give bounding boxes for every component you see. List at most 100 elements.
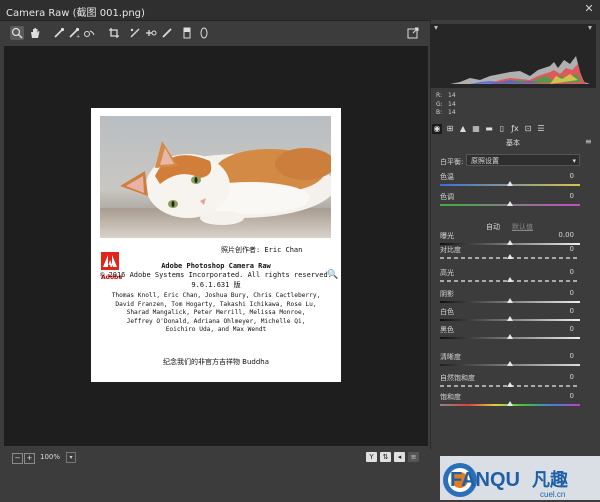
swap-settings-button[interactable]: ⇅ [380, 452, 391, 462]
tab-detail[interactable]: ▲ [458, 124, 468, 134]
slider-value[interactable]: 0 [546, 352, 574, 360]
brush-tool-icon[interactable] [160, 26, 174, 40]
watermark-logo: FANQU 凡趣 cuel.cn [440, 456, 600, 500]
b-value: 14 [448, 109, 456, 116]
chevron-down-icon: ▾ [572, 157, 576, 165]
slider-label: 高光 [440, 269, 454, 277]
tab-lens[interactable]: ▯ [497, 124, 507, 134]
slider-label: 色温 [440, 173, 454, 181]
slider-value[interactable]: 0 [546, 373, 574, 381]
radial-filter-icon[interactable] [197, 26, 211, 40]
credits-line: Sharad Mangalick, Peter Merrill, Melissa… [126, 309, 306, 317]
slider-thumb[interactable] [507, 298, 513, 303]
targeted-adjustment-tool-icon[interactable] [82, 26, 96, 40]
zoom-out-button[interactable]: − [12, 453, 23, 464]
white-balance-value: 原照设置 [471, 157, 499, 165]
slider-value[interactable]: 0 [546, 325, 574, 333]
before-after-y-button[interactable]: Y [366, 452, 377, 462]
dedication: 纪念我们的非官方吉祥物 Buddha [162, 358, 270, 366]
copy-settings-button[interactable]: ◂ [394, 452, 405, 462]
zoom-dropdown[interactable]: ▾ [66, 452, 76, 463]
panel-menu-icon[interactable]: ≡ [585, 137, 592, 146]
zoom-tool-icon[interactable] [10, 26, 24, 40]
svg-text:FANQU: FANQU [450, 469, 520, 491]
credits-line: Thomas Knoll, Eric Chan, Joshua Bury, Ch… [111, 292, 321, 299]
tab-basic[interactable]: ◉ [432, 124, 442, 134]
tab-camera-calibration[interactable]: ⊡ [523, 124, 533, 134]
svg-text:凡趣: 凡趣 [532, 470, 569, 491]
white-balance-tool-icon[interactable] [52, 26, 66, 40]
slider-thumb[interactable] [507, 382, 513, 387]
slider-thumb[interactable] [507, 201, 513, 206]
toolbar: + [4, 24, 428, 44]
tab-fx[interactable]: ƒx [510, 124, 520, 134]
preview-canvas[interactable]: 照片创作者: Eric Chan Adobe Adobe Photoshop C… [4, 46, 428, 446]
copyright: © 2016 Adobe Systems Incorporated. All r… [100, 271, 332, 279]
hand-tool-icon[interactable] [28, 26, 42, 40]
panel-tabs: ◉ ⊞ ▲ ▦ ▬ ▯ ƒx ⊡ ☰ [430, 122, 596, 136]
title-bar: Camera Raw (截图 001.png) ✕ [0, 0, 600, 21]
r-value: 14 [448, 92, 456, 99]
tab-presets[interactable]: ☰ [536, 124, 546, 134]
slider-thumb[interactable] [507, 240, 513, 245]
histogram [430, 24, 596, 88]
zoom-cursor-icon: 🔍 [327, 270, 339, 280]
slider-thumb[interactable] [507, 316, 513, 321]
zoom-level[interactable]: 100% [40, 453, 60, 461]
slider-value[interactable]: 0 [546, 392, 574, 400]
about-splash[interactable]: 照片创作者: Eric Chan Adobe Adobe Photoshop C… [91, 108, 341, 382]
slider-value[interactable]: 0 [546, 268, 574, 276]
slider-value[interactable]: 0 [546, 192, 574, 200]
default-link[interactable]: 默认值 [512, 222, 533, 232]
slider-value[interactable]: 0 [546, 289, 574, 297]
slider-thumb[interactable] [507, 181, 513, 186]
slider-thumb[interactable] [507, 401, 513, 406]
rgb-readout: R: 14 G: 14 B: 14 [436, 92, 460, 118]
white-balance-select[interactable]: 原照设置 ▾ [466, 154, 580, 166]
crop-tool-icon[interactable] [107, 26, 121, 40]
slider-label: 阴影 [440, 290, 454, 298]
credits-list: Thomas Knoll, Eric Chan, Joshua Bury, Ch… [111, 292, 321, 335]
white-balance-label: 白平衡: [440, 158, 464, 166]
slider-value[interactable]: 0 [546, 307, 574, 315]
section-title: 基本 [506, 139, 520, 147]
close-icon[interactable]: ✕ [583, 3, 595, 15]
slider-value[interactable]: 0.00 [546, 231, 574, 239]
credits-line: Eoichiro Uda, and Max Wendt [165, 326, 267, 334]
version: 9.6.1.631 版 [191, 281, 241, 289]
tab-tone-curve[interactable]: ⊞ [445, 124, 455, 134]
slider-value[interactable]: 0 [546, 172, 574, 180]
auto-link[interactable]: 自动 [486, 222, 500, 232]
graduated-filter-icon[interactable] [180, 26, 194, 40]
tab-split-toning[interactable]: ▬ [484, 124, 494, 134]
photo-credit: 照片创作者: Eric Chan [221, 246, 303, 254]
zoom-in-button[interactable]: + [24, 453, 35, 464]
g-value: 14 [448, 100, 456, 108]
slider-label: 对比度 [440, 246, 461, 254]
tab-hsl[interactable]: ▦ [471, 124, 481, 134]
slider-label: 黑色 [440, 326, 454, 334]
slider-thumb[interactable] [507, 254, 513, 259]
slider-label: 清晰度 [440, 353, 461, 361]
status-bar: − + 100% ▾ Y ⇅ ◂ ≡ [4, 448, 428, 468]
product-name: Adobe Photoshop Camera Raw [161, 262, 271, 270]
slider-label: 自然饱和度 [440, 374, 475, 382]
slider-label: 饱和度 [440, 393, 461, 401]
preview-toggle-button[interactable]: ≡ [408, 452, 419, 462]
straighten-tool-icon[interactable] [128, 26, 142, 40]
slider-thumb[interactable] [507, 277, 513, 282]
color-sampler-tool-icon[interactable]: + [67, 26, 81, 40]
spot-removal-tool-icon[interactable] [144, 26, 158, 40]
credits-line: Jeffrey O'Donald, Adriana Ohlmeyer, Mich… [126, 317, 306, 325]
cat-photo [100, 116, 331, 238]
export-icon[interactable] [406, 26, 420, 40]
slider-thumb[interactable] [507, 361, 513, 366]
slider-thumb[interactable] [507, 334, 513, 339]
svg-text:+: + [76, 34, 80, 40]
credits-line: David Franzen, Tom Hogarty, Takashi Ichi… [115, 300, 317, 308]
slider-label: 曝光 [440, 232, 454, 240]
slider-value[interactable]: 0 [546, 245, 574, 253]
svg-text:cuel.cn: cuel.cn [540, 490, 565, 499]
slider-label: 白色 [440, 308, 454, 316]
slider-label: 色调 [440, 193, 454, 201]
